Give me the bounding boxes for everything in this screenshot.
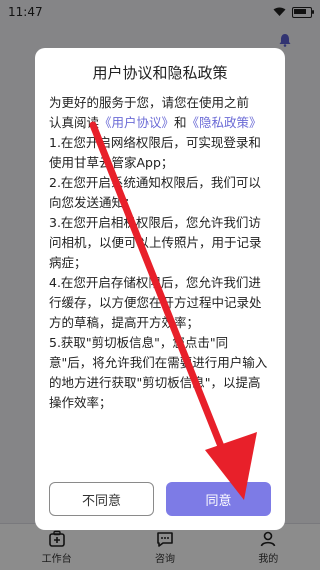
dialog-buttons: 不同意 同意	[49, 482, 271, 516]
permission-item-network: 1.在您开启网络权限后，可实现登录和使用甘草云管家App；	[49, 135, 261, 170]
dialog-body: 为更好的服务于您，请您在使用之前 认真阅读《用户协议》和《隐私政策》 1.在您开…	[49, 93, 271, 473]
user-agreement-link[interactable]: 《用户协议》	[99, 115, 174, 130]
dialog-title: 用户协议和隐私政策	[92, 64, 228, 82]
agree-button[interactable]: 同意	[166, 482, 271, 516]
permission-item-notification: 2.在您开启系统通知权限后，我们可以向您发送通知；	[49, 175, 261, 210]
intro-and: 和	[174, 115, 187, 130]
privacy-policy-link[interactable]: 《隐私政策》	[187, 115, 262, 130]
disagree-button[interactable]: 不同意	[49, 482, 154, 516]
privacy-dialog: 用户协议和隐私政策 为更好的服务于您，请您在使用之前 认真阅读《用户协议》和《隐…	[35, 48, 285, 530]
permission-item-clipboard: 5.获取"剪切板信息"，您点击"同意"后，将允许我们在需要进行用户输入的地方进行…	[49, 335, 268, 410]
intro-text-1: 为更好的服务于您，请您在使用之前	[49, 95, 250, 110]
intro-text-2: 认真阅读	[49, 115, 100, 130]
tabbar-dim-overlay	[0, 524, 320, 570]
dialog-intro: 为更好的服务于您，请您在使用之前 认真阅读《用户协议》和《隐私政策》	[49, 93, 271, 133]
permission-item-camera: 3.在您开启相机权限后，您允许我们访问相机，以便可以上传照片，用于记录病症；	[49, 215, 262, 270]
permission-item-storage: 4.在您开启存储权限后，您允许我们进行缓存，以方便您在开方过程中记录处方的草稿，…	[49, 275, 262, 330]
